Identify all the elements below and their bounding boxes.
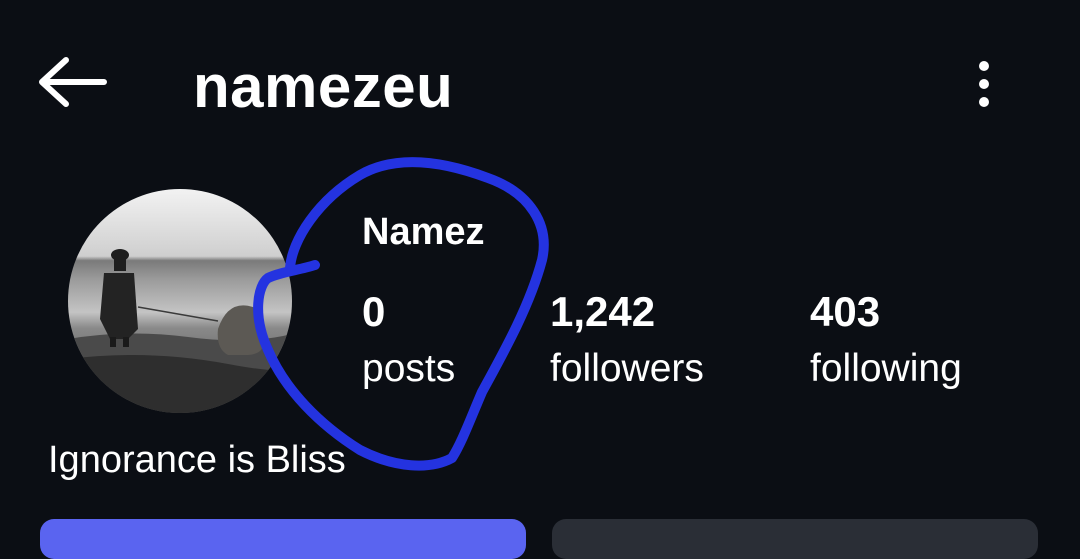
- more-vertical-icon: [979, 61, 989, 107]
- stat-posts[interactable]: 0 posts: [362, 286, 455, 394]
- stat-followers[interactable]: 1,242 followers: [550, 286, 704, 394]
- message-button[interactable]: [552, 519, 1038, 559]
- more-options-button[interactable]: [962, 54, 1006, 114]
- follow-button[interactable]: [40, 519, 526, 559]
- stat-posts-label: posts: [362, 347, 456, 390]
- avatar-photo: [68, 189, 292, 413]
- stat-following-value: 403: [810, 288, 881, 335]
- stat-following-label: following: [810, 347, 962, 390]
- avatar[interactable]: [68, 189, 292, 413]
- arrow-left-icon: [39, 57, 107, 107]
- stat-followers-value: 1,242: [550, 288, 656, 335]
- display-name: Namez: [362, 211, 485, 253]
- profile-bio: Ignorance is Bliss: [48, 439, 346, 481]
- stat-posts-value: 0: [362, 288, 386, 335]
- stat-followers-label: followers: [550, 347, 704, 390]
- profile-username: namezeu: [193, 53, 454, 120]
- stat-following[interactable]: 403 following: [810, 286, 962, 394]
- back-button[interactable]: [34, 50, 110, 114]
